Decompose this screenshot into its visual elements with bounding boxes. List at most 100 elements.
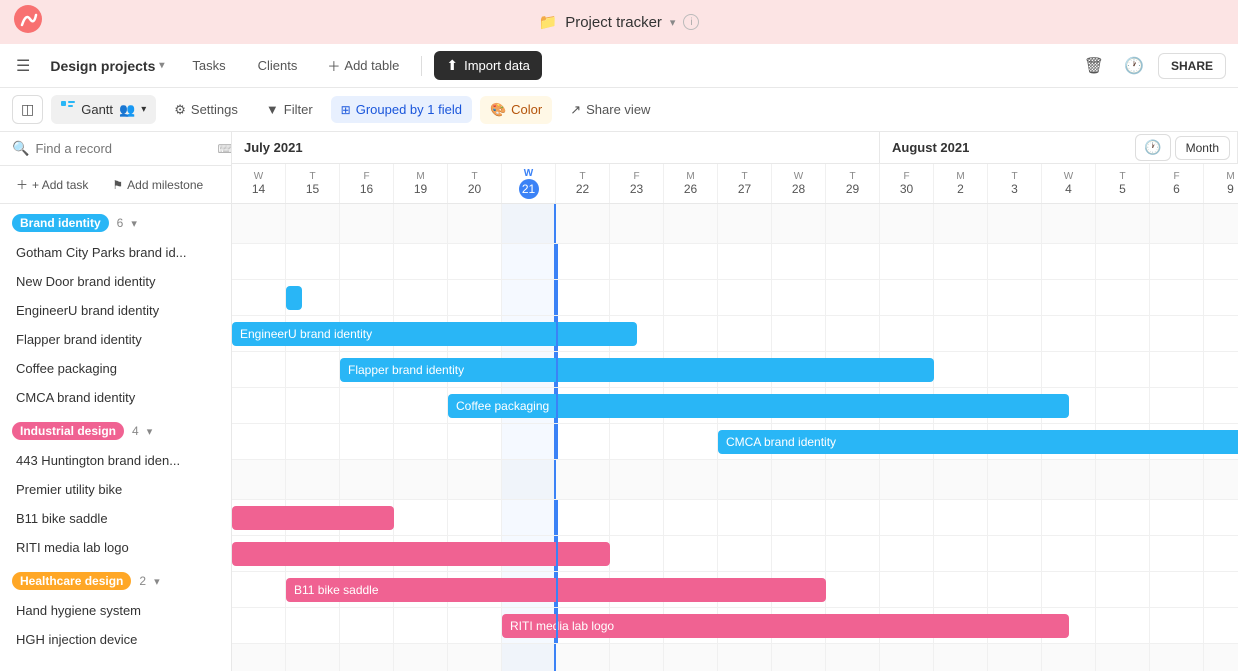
gantt-cell	[556, 280, 610, 315]
search-row: 🔍 ⌨	[0, 132, 231, 166]
day-cell-22: T22	[556, 164, 610, 203]
import-data-button[interactable]: ⬆ Import data	[434, 51, 542, 80]
gantt-cell	[1096, 608, 1150, 643]
filter-icon: ▼	[266, 102, 279, 117]
gantt-view-button[interactable]: Gantt 👥 ▾	[51, 95, 156, 124]
gantt-label: Gantt	[81, 102, 113, 117]
menu-button[interactable]: ☰	[12, 52, 34, 80]
app-logo	[14, 13, 42, 38]
add-table-button[interactable]: ＋ Add table	[317, 50, 409, 81]
gantt-group-row	[232, 644, 1238, 671]
healthcare-design-badge[interactable]: Healthcare design	[12, 572, 131, 590]
grouped-icon: ⊞	[341, 103, 351, 117]
gantt-bar[interactable]: CMCA brand identity	[718, 430, 1238, 454]
gantt-bar[interactable]	[232, 542, 610, 566]
today-line	[556, 500, 558, 535]
gantt-cell	[556, 460, 610, 499]
gantt-bar[interactable]	[232, 506, 394, 530]
gantt-cell	[286, 352, 340, 387]
list-item[interactable]: 443 Huntington brand iden...	[0, 446, 231, 475]
settings-button[interactable]: ⚙ Settings	[164, 96, 248, 124]
list-item[interactable]: Gotham City Parks brand id...	[0, 238, 231, 267]
gantt-cell	[772, 536, 826, 571]
today-line	[556, 244, 558, 279]
trash-button[interactable]: 🗑	[1078, 50, 1110, 82]
list-item[interactable]: HGH injection device	[0, 625, 231, 654]
gantt-bar[interactable]: EngineerU brand identity	[232, 322, 637, 346]
database-name-button[interactable]: Design projects ▾	[42, 54, 172, 78]
list-item[interactable]: B11 bike saddle	[0, 504, 231, 533]
list-item[interactable]: EngineerU brand identity	[0, 296, 231, 325]
tasks-tab[interactable]: Tasks	[180, 52, 237, 79]
gantt-cell	[718, 500, 772, 535]
gantt-cell	[1042, 536, 1096, 571]
list-item[interactable]: Hand hygiene system	[0, 596, 231, 625]
share-button[interactable]: SHARE	[1158, 53, 1226, 79]
gantt-group-row	[232, 204, 1238, 244]
gantt-bar[interactable]: Coffee packaging	[448, 394, 1069, 418]
clients-tab[interactable]: Clients	[246, 52, 310, 79]
gantt-cell	[826, 536, 880, 571]
month-view-button[interactable]: Month	[1175, 136, 1230, 160]
sidebar-toggle-button[interactable]: ◫	[12, 95, 43, 124]
day-letter: F	[363, 171, 369, 182]
title-arrow-icon[interactable]: ▾	[670, 16, 676, 29]
history-button[interactable]: 🕐	[1118, 50, 1150, 82]
trash-icon: 🗑	[1084, 58, 1104, 75]
list-item[interactable]: CMCA brand identity	[0, 383, 231, 412]
gantt-cell	[1096, 204, 1150, 243]
gantt-bar[interactable]	[286, 286, 302, 310]
industrial-design-chevron[interactable]: ▾	[147, 425, 153, 438]
brand-identity-count: 6	[117, 216, 124, 230]
gantt-cell	[232, 424, 286, 459]
gantt-cell	[826, 316, 880, 351]
list-item[interactable]: Coffee packaging	[0, 354, 231, 383]
database-name-label: Design projects	[50, 58, 155, 74]
gantt-cell	[1150, 644, 1204, 671]
add-task-button[interactable]: ＋ + Add task	[12, 172, 92, 197]
gantt-cell	[556, 204, 610, 243]
filter-button[interactable]: ▼ Filter	[256, 96, 323, 123]
clock-button[interactable]: 🕐	[1135, 134, 1170, 161]
search-input[interactable]	[35, 141, 211, 156]
color-button[interactable]: 🎨 Color	[480, 96, 552, 124]
gantt-cell	[664, 460, 718, 499]
gantt-cell	[1096, 388, 1150, 423]
list-item[interactable]: Flapper brand identity	[0, 325, 231, 354]
gantt-cell	[988, 460, 1042, 499]
group-header-industrial-design: Industrial design 4 ▾	[0, 412, 231, 446]
gantt-cell	[1042, 352, 1096, 387]
gantt-cell	[1204, 316, 1238, 351]
day-letter: F	[903, 171, 909, 182]
gantt-cell	[772, 460, 826, 499]
gantt-cell	[1204, 644, 1238, 671]
toolbar-divider	[421, 56, 422, 76]
industrial-design-badge[interactable]: Industrial design	[12, 422, 124, 440]
brand-identity-badge[interactable]: Brand identity	[12, 214, 109, 232]
brand-identity-chevron[interactable]: ▾	[131, 217, 137, 230]
today-line	[556, 536, 558, 571]
gantt-scroll-area[interactable]: July 2021 August 2021 🕐 Month W14T15F16M…	[232, 132, 1238, 671]
share-view-button[interactable]: ↗ Share view	[560, 96, 660, 124]
day-cell-29: T29	[826, 164, 880, 203]
gantt-cell	[718, 244, 772, 279]
list-item[interactable]: Premier utility bike	[0, 475, 231, 504]
list-item[interactable]: New Door brand identity	[0, 267, 231, 296]
gantt-cell	[1150, 388, 1204, 423]
gantt-cell	[1042, 644, 1096, 671]
gantt-cell	[988, 244, 1042, 279]
gantt-bar[interactable]: Flapper brand identity	[340, 358, 934, 382]
add-milestone-button[interactable]: ⚑ Add milestone	[108, 174, 207, 196]
today-line	[556, 388, 558, 423]
gantt-cell	[1150, 352, 1204, 387]
day-cell-28: W28	[772, 164, 826, 203]
grouped-button[interactable]: ⊞ Grouped by 1 field	[331, 96, 472, 123]
healthcare-design-chevron[interactable]: ▾	[154, 575, 160, 588]
list-item[interactable]: RITI media lab logo	[0, 533, 231, 562]
gantt-bar[interactable]: RITI media lab logo	[502, 614, 1069, 638]
gantt-cell	[1042, 204, 1096, 243]
gantt-cell	[934, 536, 988, 571]
gantt-cell	[934, 316, 988, 351]
info-icon[interactable]: i	[683, 14, 699, 30]
gantt-cell	[988, 572, 1042, 607]
